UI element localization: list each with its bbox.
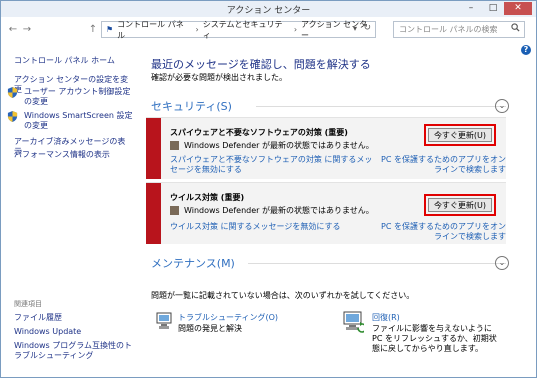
window-controls: – □ ✕ [460,2,532,15]
page-title: 最近のメッセージを確認し、問題を解決する [151,58,371,71]
critical-bar [146,183,161,244]
up-button[interactable]: ↑ [87,23,99,37]
troubleshoot-tool[interactable]: トラブルシューティング(O) 問題の発見と解決 [156,310,306,344]
minimize-button[interactable]: – [460,2,482,15]
card-description: Windows Defender が最新の状態ではありません。 [170,140,374,151]
sidebar-link-smartscreen[interactable]: Windows SmartScreen 設定の変更 [24,111,134,131]
troubleshoot-description: 問題の発見と解決 [178,324,242,333]
breadcrumb-separator: › [195,25,199,34]
related-link-windows-update[interactable]: Windows Update [14,327,132,337]
window-title: アクション センター [226,6,311,16]
breadcrumb-separator: › [293,25,298,34]
maintenance-divider [248,263,506,264]
troubleshoot-icon [156,312,172,329]
smartscreen-shield-icon [7,111,18,122]
defender-icon [170,141,179,150]
address-bar[interactable]: ⚑ コントロール パネル › システムとセキュリティ › アクション センター … [101,19,376,41]
action-center-window: アクション センター – □ ✕ ← → ↑ ⚑ コントロール パネル › シス… [0,0,537,378]
card-title: スパイウェアと不要なソフトウェアの対策 (重要) [170,128,348,137]
card-description: Windows Defender が最新の状態ではありません。 [170,205,374,216]
update-highlight: 今すぐ更新(U) [424,124,496,146]
close-button[interactable]: ✕ [504,2,532,15]
related-heading: 関連項目 [14,300,42,308]
related-link-file-history[interactable]: ファイル履歴 [14,313,132,323]
related-link-compat[interactable]: Windows プログラム互換性のトラブルシューティング [14,341,132,361]
forward-button[interactable]: → [21,23,33,37]
uac-shield-icon [7,87,18,98]
update-now-button[interactable]: 今すぐ更新(U) [428,128,492,142]
spyware-alert-card: スパイウェアと不要なソフトウェアの対策 (重要) Windows Defende… [146,117,506,179]
security-section-heading[interactable]: セキュリティ(S) [151,98,232,114]
sidebar-link-performance[interactable]: パフォーマンス情報の表示 [14,150,132,160]
recovery-link[interactable]: 回復(R) [372,312,400,323]
breadcrumb-control-panel[interactable]: コントロール パネル [117,19,191,41]
update-now-button[interactable]: 今すぐ更新(U) [428,198,492,212]
maximize-button[interactable]: □ [482,2,504,15]
search-icon[interactable] [511,22,520,37]
back-button[interactable]: ← [7,23,19,37]
card-description-text: Windows Defender が最新の状態ではありません。 [184,206,374,215]
recovery-icon [343,311,364,333]
security-chevron-icon[interactable]: ⌄ [495,99,509,113]
card-description-text: Windows Defender が最新の状態ではありません。 [184,141,374,150]
flag-icon: ⚑ [106,25,114,34]
critical-bar [146,118,161,179]
search-input[interactable]: コントロール パネルの検索 [393,21,525,38]
find-app-online-link[interactable]: PC を保護するためのアプリをオンラインで検索します [376,222,506,242]
sidebar-link-uac[interactable]: ユーザー アカウント制御設定の変更 [24,87,134,107]
sidebar-home-link[interactable]: コントロール パネル ホーム [14,55,115,66]
defender-icon [170,206,179,215]
recovery-tool[interactable]: 回復(R) ファイルに影響を与えないように PC をリフレッシュするか、初期状態… [342,310,512,370]
disable-antivirus-messages-link[interactable]: ウイルス対策 に関するメッセージを無効にする [170,222,370,232]
security-divider [256,106,506,107]
title-bar: アクション センター – □ ✕ [1,1,536,17]
page-subtitle: 確認が必要な問題が検出されました。 [151,73,287,82]
recovery-description: ファイルに影響を与えないように PC をリフレッシュするか、初期状態に戻してから… [372,324,497,353]
disable-spyware-messages-link[interactable]: スパイウェアと不要なソフトウェアの対策 に関するメッセージを無効にする [170,155,376,175]
search-placeholder: コントロール パネルの検索 [399,25,498,34]
card-title: ウイルス対策 (重要) [170,193,245,202]
find-app-online-link[interactable]: PC を保護するためのアプリをオンラインで検索します [376,155,506,175]
main-content: 最近のメッセージを確認し、問題を解決する 確認が必要な問題が検出されました。 セ… [146,41,536,377]
maintenance-section-heading[interactable]: メンテナンス(M) [151,255,235,271]
no-problem-text: 問題が一覧に記載されていない場合は、次のいずれかを試してください。 [151,291,415,300]
antivirus-alert-card: ウイルス対策 (重要) Windows Defender が最新の状態ではありま… [146,182,506,244]
sidebar: コントロール パネル ホーム アクション センターの設定を変更 ユーザー アカウ… [1,41,141,377]
update-highlight: 今すぐ更新(U) [424,194,496,216]
breadcrumb-system-security[interactable]: システムとセキュリティ [203,19,290,41]
troubleshoot-link[interactable]: トラブルシューティング(O) [178,312,278,323]
refresh-icon[interactable]: ↻ [363,23,371,33]
navigation-bar: ← → ↑ ⚑ コントロール パネル › システムとセキュリティ › アクション… [1,19,536,41]
maintenance-chevron-icon[interactable]: ⌄ [495,256,509,270]
chevron-down-icon[interactable]: ▾ [353,24,357,33]
